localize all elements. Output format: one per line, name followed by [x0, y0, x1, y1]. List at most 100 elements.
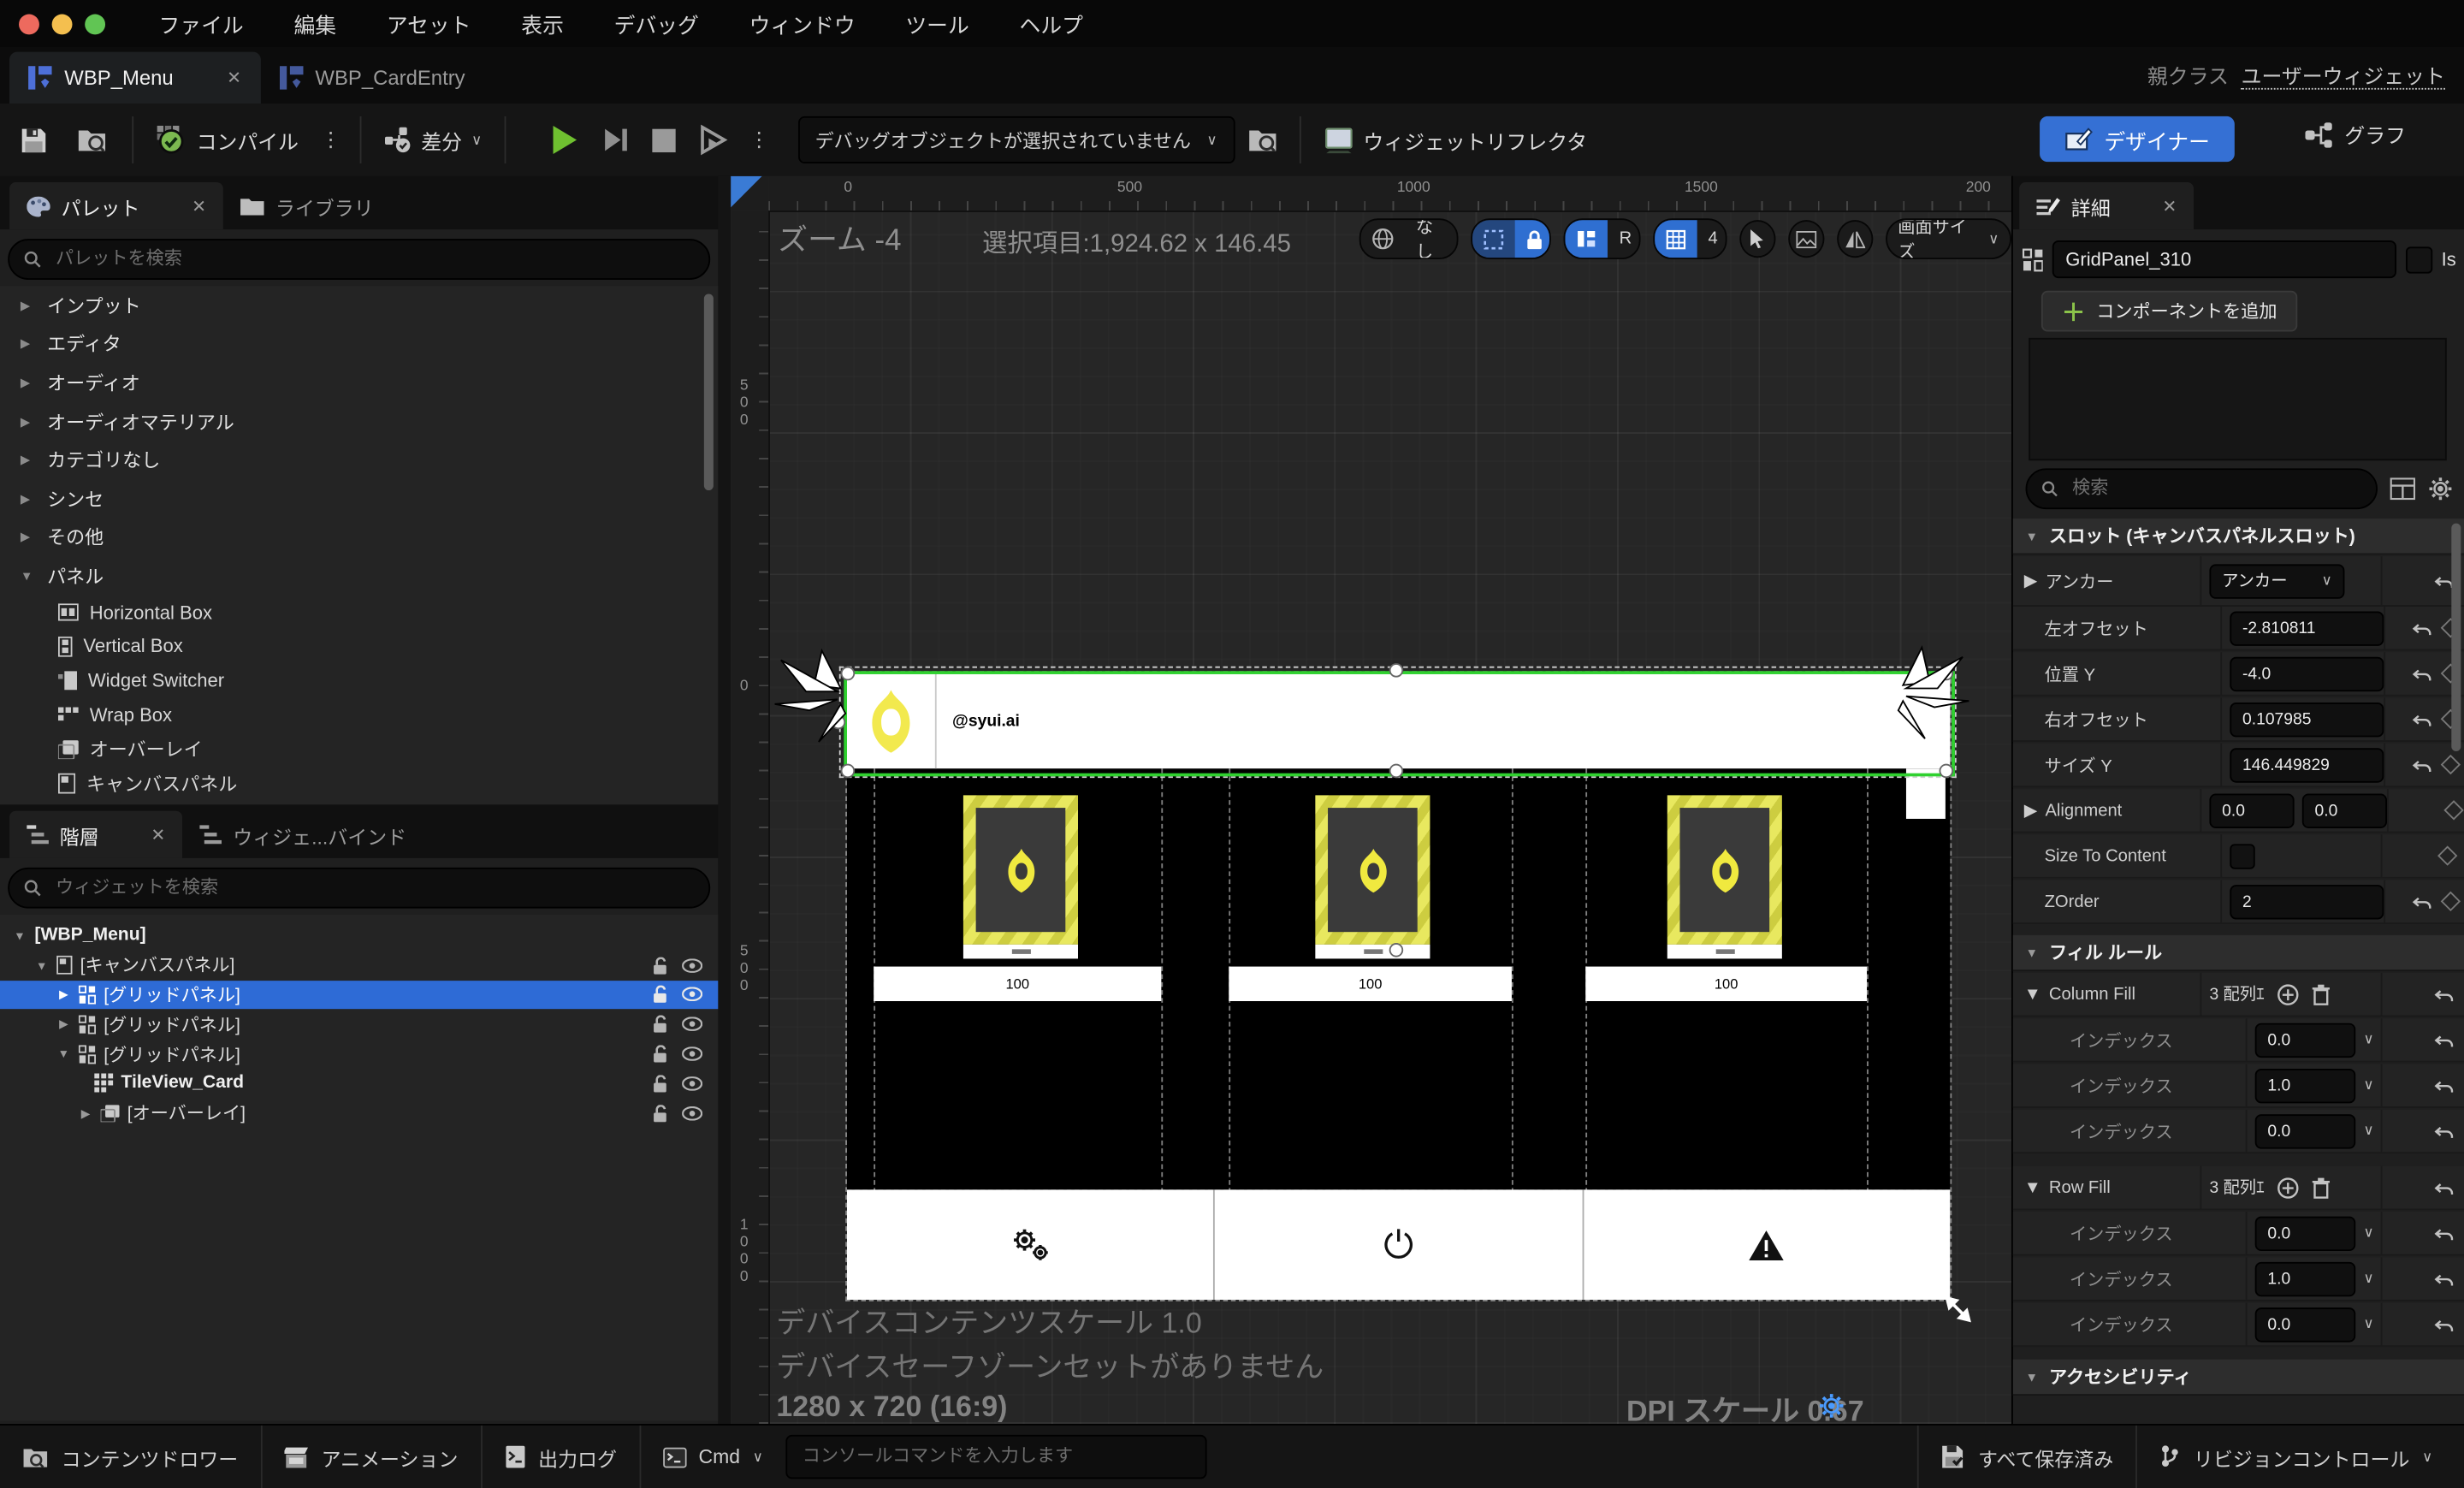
- widget-reflector-button[interactable]: ウィジェットリフレクタ: [1310, 125, 1600, 155]
- index-value-input[interactable]: [2254, 1068, 2356, 1103]
- details-settings-gear-icon[interactable]: [2428, 477, 2453, 501]
- menu-window[interactable]: ウィンドウ: [749, 8, 856, 39]
- palette-category-synth[interactable]: ▶ シンセ: [0, 479, 718, 518]
- widget-name-input[interactable]: [2052, 240, 2397, 279]
- alignment-x-input[interactable]: [2209, 792, 2295, 828]
- diff-button[interactable]: 差分 ∨: [370, 125, 494, 155]
- tileview-scrollbar[interactable]: [1905, 768, 1946, 819]
- reset-to-default-icon[interactable]: [2434, 1178, 2455, 1197]
- card-entry[interactable]: [962, 795, 1078, 945]
- palette-item-canvas-panel[interactable]: キャンバスパネル: [0, 767, 718, 801]
- anchor-widget-right[interactable]: [1897, 644, 1969, 742]
- is-variable-checkbox[interactable]: [2406, 246, 2432, 273]
- close-tab-icon[interactable]: ✕: [2162, 196, 2177, 216]
- palette-scrollbar[interactable]: [703, 293, 714, 491]
- visibility-eye-icon[interactable]: [682, 1046, 703, 1061]
- visibility-eye-icon[interactable]: [682, 1106, 703, 1120]
- reset-to-default-icon[interactable]: [2434, 1269, 2455, 1288]
- index-value-input[interactable]: [2254, 1215, 2356, 1251]
- warning-cell[interactable]: [1584, 1189, 1951, 1300]
- size-y-input[interactable]: [2230, 747, 2384, 782]
- output-log-button[interactable]: 出力ログ: [482, 1426, 639, 1488]
- animation-button[interactable]: アニメーション: [262, 1426, 480, 1488]
- close-tab-icon[interactable]: ✕: [227, 68, 241, 88]
- menu-tools[interactable]: ツール: [905, 8, 968, 39]
- resize-handle[interactable]: [1389, 663, 1404, 678]
- widget-header-bar[interactable]: @syui.ai: [846, 673, 1951, 769]
- minimize-window-button[interactable]: [51, 13, 73, 34]
- details-scrollbar[interactable]: [2451, 523, 2461, 751]
- bind-diamond-icon[interactable]: [2440, 891, 2461, 912]
- add-component-button[interactable]: ＋ コンポーネントを追加: [2040, 290, 2298, 332]
- reset-to-default-icon[interactable]: [2412, 664, 2432, 683]
- graph-mode-button[interactable]: グラフ: [2291, 120, 2419, 150]
- palette-search[interactable]: [8, 239, 711, 280]
- tree-node-grid-panel-3[interactable]: ▼ [グリッドパネル]: [0, 1039, 718, 1069]
- screen-size-dropdown[interactable]: 画面サイズ ∨: [1885, 218, 2012, 260]
- tree-node-wbp-menu[interactable]: ▼ [WBP_Menu]: [0, 921, 718, 951]
- hierarchy-search[interactable]: [8, 867, 711, 909]
- zoom-window-button[interactable]: [85, 13, 106, 34]
- close-tab-icon[interactable]: ✕: [151, 824, 165, 845]
- index-value-input[interactable]: [2254, 1113, 2356, 1148]
- console-command-input-box[interactable]: [785, 1434, 1206, 1479]
- palette-item-wrap-box[interactable]: Wrap Box: [0, 698, 718, 732]
- index-value-input[interactable]: [2254, 1260, 2356, 1296]
- menu-view[interactable]: 表示: [521, 8, 564, 39]
- settings-cell[interactable]: [847, 1189, 1216, 1300]
- menu-asset[interactable]: アセット: [387, 8, 471, 39]
- browse-debug-object-button[interactable]: [1247, 126, 1280, 154]
- flip-preview-button[interactable]: [1836, 220, 1873, 258]
- unlocked-icon[interactable]: [652, 1045, 667, 1063]
- designer-mode-button[interactable]: デザイナー: [2040, 116, 2236, 163]
- cursor-tool-button[interactable]: [1739, 220, 1776, 258]
- simulate-button[interactable]: [686, 124, 739, 156]
- card-entry[interactable]: [1667, 795, 1782, 945]
- play-options-kebab[interactable]: ⋮: [739, 127, 779, 152]
- palette-category-input[interactable]: ▶ インプット: [0, 286, 718, 324]
- tree-node-grid-panel-2[interactable]: ▶ [グリッドパネル]: [0, 1010, 718, 1040]
- add-element-icon[interactable]: [2277, 1177, 2299, 1199]
- slot-section-header[interactable]: ▼ スロット (キャンバスパネルスロット): [2012, 519, 2464, 555]
- menu-help[interactable]: ヘルプ: [1020, 8, 1083, 39]
- tab-palette[interactable]: パレット ✕: [9, 182, 224, 230]
- widget-grid-body[interactable]: 100 100 100: [846, 768, 1951, 1300]
- reset-to-default-icon[interactable]: [2412, 709, 2432, 728]
- resize-corner-arrow[interactable]: [1944, 1295, 1972, 1323]
- reset-to-default-icon[interactable]: [2434, 1122, 2455, 1141]
- card-price-bar[interactable]: 100: [1585, 966, 1868, 1001]
- preview-background-button[interactable]: [1787, 220, 1824, 258]
- fill-rules-section-header[interactable]: ▼ フィル ルール: [2012, 934, 2464, 972]
- tab-hierarchy[interactable]: 階層 ✕: [9, 810, 183, 858]
- palette-category-editor[interactable]: ▶ エディタ: [0, 324, 718, 363]
- chevron-down-icon[interactable]: ∨: [2363, 1076, 2373, 1094]
- console-command-input[interactable]: [799, 1445, 1193, 1468]
- anchor-widget-left[interactable]: [774, 648, 847, 745]
- menu-debug[interactable]: デバッグ: [614, 8, 699, 39]
- resize-handle[interactable]: [840, 763, 856, 779]
- palette-item-overlay[interactable]: オーバーレイ: [0, 732, 718, 767]
- content-drawer-button[interactable]: コンテンツドロワー: [0, 1426, 260, 1488]
- visibility-eye-icon[interactable]: [682, 1076, 703, 1091]
- card-price-bar[interactable]: 100: [874, 966, 1162, 1001]
- reset-to-default-icon[interactable]: [2434, 1224, 2455, 1242]
- card-entry[interactable]: [1315, 795, 1430, 945]
- tree-node-overlay[interactable]: ▶ [オーバーレイ]: [0, 1098, 718, 1128]
- left-offset-input[interactable]: [2230, 610, 2384, 645]
- menu-edit[interactable]: 編集: [293, 8, 336, 39]
- tree-node-grid-panel-selected[interactable]: ▶ [グリッドパネル]: [0, 980, 719, 1010]
- palette-item-horizontal-box[interactable]: Horizontal Box: [0, 596, 718, 630]
- add-element-icon[interactable]: [2277, 983, 2299, 1005]
- reset-to-default-icon[interactable]: [2412, 756, 2432, 774]
- debug-object-dropdown[interactable]: デバッグオブジェクトが選択されていません ∨: [797, 116, 1235, 164]
- dpi-settings-gear-icon[interactable]: [1818, 1392, 1845, 1419]
- palette-category-audio-material[interactable]: ▶ オーディオマテリアル: [0, 402, 718, 441]
- palette-search-input[interactable]: [52, 248, 695, 270]
- tab-library[interactable]: ライブラリ: [223, 182, 391, 229]
- visibility-eye-icon[interactable]: [682, 957, 703, 973]
- resize-handle[interactable]: [1939, 763, 1954, 779]
- localization-none-button[interactable]: なし: [1405, 220, 1456, 258]
- save-all-status-button[interactable]: すべて保存済み: [1918, 1426, 2135, 1488]
- palette-category-other[interactable]: ▶ その他: [0, 518, 718, 556]
- unlocked-icon[interactable]: [652, 1016, 667, 1034]
